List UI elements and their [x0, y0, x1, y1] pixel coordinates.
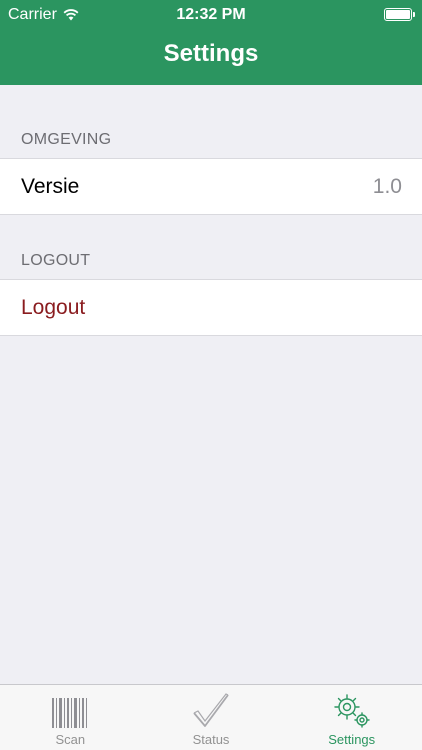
settings-list: OMGEVING Versie 1.0 LOGOUT Logout [0, 85, 422, 684]
version-value: 1.0 [372, 174, 402, 198]
version-row: Versie 1.0 [0, 158, 422, 215]
tab-status[interactable]: Status [141, 685, 282, 750]
tab-bar: Scan Status Settings [0, 684, 422, 750]
barcode-icon [52, 698, 88, 728]
section-header-logout: LOGOUT [21, 252, 91, 269]
tab-settings[interactable]: Settings [281, 685, 422, 750]
navigation-header: Carrier 12:32 PM Settings [0, 0, 422, 85]
version-label: Versie [21, 174, 80, 198]
tab-scan[interactable]: Scan [0, 685, 141, 750]
gears-icon [333, 694, 370, 728]
clock: 12:32 PM [176, 6, 246, 23]
logout-button[interactable]: Logout [21, 296, 85, 320]
tab-settings-label: Settings [328, 732, 376, 747]
tab-status-label: Status [192, 732, 230, 747]
battery-icon [384, 8, 415, 21]
page-title: Settings [163, 40, 259, 67]
status-bar: Carrier 12:32 PM [0, 0, 422, 30]
section-header-omgeving: OMGEVING [21, 131, 112, 148]
tab-scan-label: Scan [55, 732, 86, 747]
logout-row[interactable]: Logout [0, 279, 422, 336]
checkmark-icon [193, 693, 229, 727]
